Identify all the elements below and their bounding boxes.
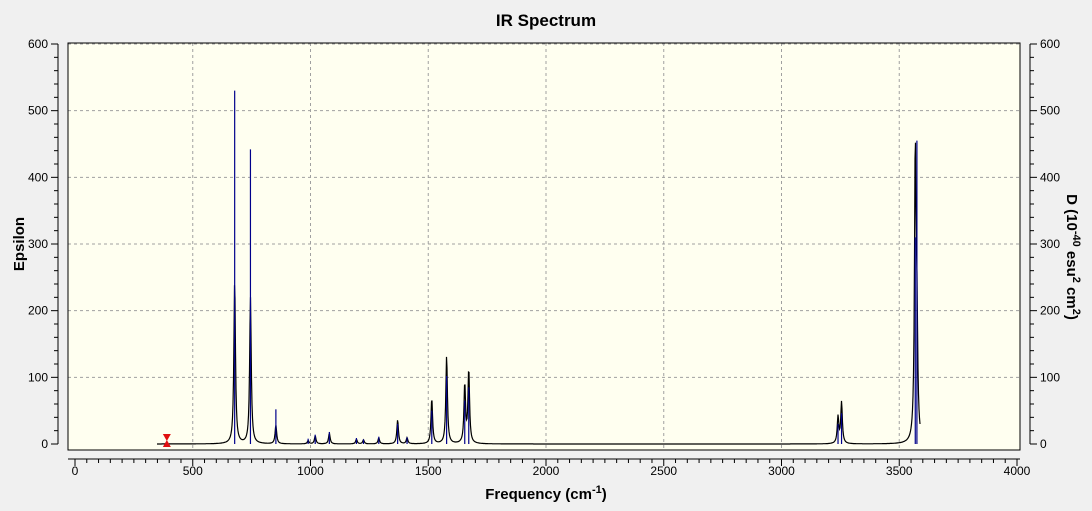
y-tick-label: 400 <box>28 170 48 184</box>
x-axis-title-tail: ) <box>602 486 607 503</box>
y2-tick-label: 300 <box>1040 237 1060 251</box>
chart-window: 0 500 1000 1500 2000 2500 3000 3500 4000 0 100 200 3… <box>0 0 1092 511</box>
x-tick-label: 2000 <box>533 464 560 478</box>
x-tick-label: 3000 <box>768 464 795 478</box>
x-tick-label: 1500 <box>415 464 442 478</box>
chart-title: IR Spectrum <box>496 11 596 30</box>
y-tick-label: 600 <box>28 37 48 51</box>
y2-tick-label: 600 <box>1040 37 1060 51</box>
y2-axis-title: D (10-40 esu2 cm2) <box>1063 194 1082 320</box>
x-tick-label: 500 <box>183 464 203 478</box>
y-tick-label: 100 <box>28 370 48 384</box>
y2-tick-label: 200 <box>1040 304 1060 318</box>
y-tick-label: 500 <box>28 104 48 118</box>
x-tick-label: 1000 <box>297 464 324 478</box>
x-tick-label: 0 <box>72 464 79 478</box>
y-tick-label: 0 <box>41 437 48 451</box>
y2-tick-label: 500 <box>1040 104 1060 118</box>
ir-spectrum-chart: 0 500 1000 1500 2000 2500 3000 3500 400001002003… <box>0 0 1092 511</box>
plot-area <box>68 43 1020 450</box>
y-axis-title: Epsilon <box>11 217 28 271</box>
x-tick-label: 2500 <box>650 464 677 478</box>
y-tick-label: 200 <box>28 304 48 318</box>
y2-tick-label: 100 <box>1040 370 1060 384</box>
y-tick-label: 300 <box>28 237 48 251</box>
x-tick-label: 3500 <box>886 464 913 478</box>
x-axis-title-sup: -1 <box>592 484 602 496</box>
x-axis-title: Frequency (cm-1) <box>485 484 606 503</box>
y2-tick-label: 400 <box>1040 170 1060 184</box>
y2-tick-label: 0 <box>1040 437 1047 451</box>
x-tick-label: 4000 <box>1004 464 1031 478</box>
x-axis-title-text: Frequency (cm <box>485 486 592 503</box>
